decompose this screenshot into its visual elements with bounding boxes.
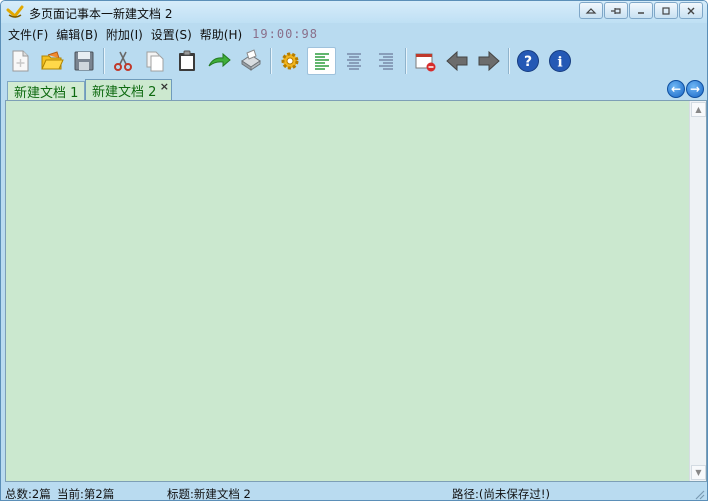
title-bar[interactable]: 多页面记事本一新建文档 2 — [1, 1, 707, 23]
editor-content[interactable] — [8, 103, 686, 479]
copy-pages-icon — [146, 51, 163, 72]
tab-label: 新建文档 2 — [92, 85, 157, 100]
pin-button[interactable] — [604, 2, 628, 19]
text-editor[interactable]: ▲ ▼ — [5, 100, 707, 482]
info-icon: i — [548, 50, 571, 72]
tab-document-1[interactable]: 新建文档 1 — [7, 81, 85, 101]
tab-document-2[interactable]: 新建文档 2 × — [85, 79, 172, 101]
notepad-app-icon[interactable] — [6, 4, 24, 20]
align-center-button[interactable] — [339, 47, 368, 75]
svg-text:?: ? — [523, 54, 531, 70]
status-current: 当前:第2篇 — [57, 487, 115, 501]
green-arrow-icon — [208, 52, 231, 68]
help-button[interactable]: ? — [513, 47, 542, 75]
maximize-button[interactable] — [654, 2, 678, 19]
forward-button[interactable] — [474, 47, 503, 75]
align-left-icon — [314, 53, 329, 70]
clipboard-icon — [178, 50, 195, 71]
tab-label: 新建文档 1 — [14, 86, 79, 101]
open-file-button[interactable] — [37, 47, 66, 75]
align-right-button[interactable] — [371, 47, 400, 75]
toolbar-separator — [270, 48, 271, 74]
triangle-up-icon — [585, 7, 597, 14]
tab-close-icon[interactable]: × — [160, 80, 169, 93]
close-window-button[interactable] — [679, 2, 703, 19]
scroll-down-arrow-icon[interactable]: ▼ — [691, 465, 706, 480]
gear-icon — [281, 52, 298, 70]
tab-navigation: ← → — [667, 80, 704, 98]
menu-help[interactable]: 帮助(H) — [200, 26, 242, 43]
new-file-icon — [12, 50, 28, 72]
minimize-icon — [638, 11, 644, 14]
menu-edit[interactable]: 编辑(B) — [56, 26, 98, 43]
cut-button[interactable] — [108, 47, 137, 75]
arrow-left-icon — [445, 50, 467, 72]
info-button[interactable]: i — [545, 47, 574, 75]
menu-settings[interactable]: 设置(S) — [151, 26, 192, 43]
status-total: 总数:2篇 — [5, 487, 51, 501]
menu-bar: 文件(F) 编辑(B) 附加(I) 设置(S) 帮助(H) 19:00:98 — [1, 24, 318, 44]
toolbar-separator — [103, 48, 104, 74]
window-title: 多页面记事本一新建文档 2 — [29, 7, 173, 21]
copy-button[interactable] — [140, 47, 169, 75]
window-controls — [579, 2, 703, 19]
close-icon — [687, 7, 695, 14]
arrow-right-icon — [478, 50, 500, 72]
scissors-icon — [113, 51, 132, 71]
save-button[interactable] — [69, 47, 98, 75]
redo-button[interactable] — [204, 47, 233, 75]
settings-button[interactable] — [275, 47, 304, 75]
roll-up-button[interactable] — [579, 2, 603, 19]
align-right-icon — [378, 53, 393, 70]
status-title: 标题:新建文档 2 — [167, 487, 251, 501]
close-document-button[interactable] — [410, 47, 439, 75]
toolbar: ? i — [5, 45, 577, 77]
new-file-button[interactable] — [5, 47, 34, 75]
open-folder-icon — [40, 51, 64, 70]
tab-scroll-right-icon[interactable]: → — [686, 80, 704, 98]
vertical-scrollbar[interactable]: ▲ ▼ — [689, 101, 706, 481]
status-path: 路径:(尚未保存过!) — [452, 487, 550, 501]
close-document-icon — [415, 53, 435, 72]
pin-icon — [611, 7, 621, 14]
align-center-icon — [346, 53, 361, 70]
app-window: 多页面记事本一新建文档 2 文件(F) 编辑(B) 附加(I) 设置(S) 帮助… — [0, 0, 708, 501]
printer-icon — [240, 49, 261, 71]
status-bar: 总数:2篇 当前:第2篇 标题:新建文档 2 路径:(尚未保存过!) — [1, 484, 707, 501]
tab-scroll-left-icon[interactable]: ← — [667, 80, 685, 98]
floppy-disk-icon — [74, 51, 93, 71]
toolbar-separator — [508, 48, 509, 74]
minimize-button[interactable] — [629, 2, 653, 19]
scroll-up-arrow-icon[interactable]: ▲ — [691, 102, 706, 117]
back-button[interactable] — [442, 47, 471, 75]
print-button[interactable] — [236, 47, 265, 75]
toolbar-separator — [405, 48, 406, 74]
document-tab-strip: 新建文档 1 新建文档 2 × ← → — [1, 79, 707, 101]
maximize-icon — [662, 6, 670, 15]
paste-button[interactable] — [172, 47, 201, 75]
resize-grip-icon[interactable] — [693, 488, 705, 500]
align-left-button[interactable] — [307, 47, 336, 75]
svg-text:i: i — [557, 55, 562, 71]
clock-display: 19:00:98 — [252, 27, 318, 41]
menu-file[interactable]: 文件(F) — [8, 26, 48, 43]
menu-extra[interactable]: 附加(I) — [106, 26, 143, 43]
help-icon: ? — [516, 50, 539, 72]
